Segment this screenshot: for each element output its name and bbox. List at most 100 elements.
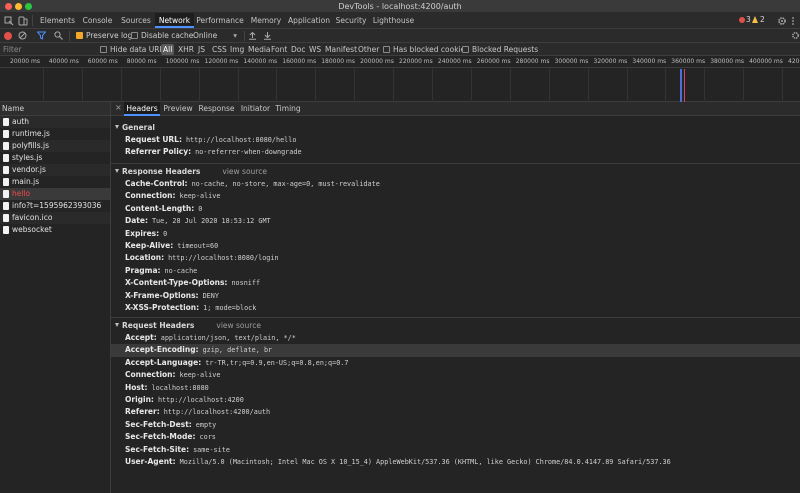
gear-icon[interactable] [776, 15, 788, 26]
filter-type-manifest[interactable]: Manifest [325, 44, 357, 55]
header-row: Content-Length: 0 [111, 203, 800, 215]
filter-type-xhr[interactable]: XHR [178, 44, 194, 55]
more-icon[interactable] [788, 15, 798, 26]
request-row[interactable]: auth [0, 116, 110, 128]
request-row-selected[interactable]: hello [0, 188, 110, 200]
view-source-link[interactable]: view source [216, 321, 261, 330]
hide-data-urls-checkbox[interactable]: Hide data URLs [100, 44, 168, 55]
record-icon[interactable] [4, 32, 12, 40]
timeline-overview[interactable]: 20000 ms 40000 ms 60000 ms 80000 ms 100000 m… [0, 56, 800, 102]
request-row[interactable]: favicon.ico [0, 212, 110, 224]
header-key: Referrer Policy: [125, 147, 192, 157]
has-blocked-cookies-checkbox[interactable]: Has blocked cookies [383, 44, 469, 55]
header-key: Date: [125, 216, 148, 226]
filter-type-img[interactable]: Img [230, 44, 244, 55]
tab-memory[interactable]: Memory [246, 13, 286, 28]
tab-security[interactable]: Security [332, 13, 370, 28]
header-value: http://localhost:4200 [157, 395, 244, 404]
request-name: main.js [12, 177, 40, 186]
tab-elements[interactable]: Elements [37, 13, 78, 28]
timeline-grid-line [587, 68, 589, 102]
triangle-down-icon [115, 169, 119, 173]
checkbox-checked[interactable] [76, 32, 83, 39]
tab-response[interactable]: Response [196, 102, 237, 116]
search-icon[interactable] [54, 31, 63, 42]
document-icon [3, 130, 9, 138]
tab-application[interactable]: Application [286, 13, 332, 28]
header-row: Connection: keep-alive [111, 369, 800, 381]
timeline-tick-label: 100000 ms [165, 58, 200, 65]
request-row[interactable]: runtime.js [0, 128, 110, 140]
header-row: X-XSS-Protection: 1; mode=block [111, 302, 800, 314]
timeline-tick-label: 320000 ms [593, 58, 628, 65]
warning-count[interactable]: 2 [760, 15, 765, 24]
upload-icon[interactable] [248, 31, 257, 42]
chevron-down-icon: ▾ [233, 31, 237, 40]
timeline-grid-line [704, 68, 706, 102]
inspect-icon[interactable] [3, 15, 15, 26]
general-section-header[interactable]: General [111, 121, 800, 134]
tab-console[interactable]: Console [78, 13, 117, 28]
warning-icon[interactable] [752, 16, 758, 23]
header-key: Connection: [125, 191, 176, 201]
request-headers-header[interactable]: Request Headers view source [111, 319, 800, 332]
header-key: Accept-Encoding: [125, 345, 199, 355]
filter-type-all[interactable]: All [161, 44, 175, 55]
request-row[interactable]: vendor.js [0, 164, 110, 176]
view-source-link[interactable]: view source [222, 167, 267, 176]
download-icon[interactable] [263, 31, 272, 42]
checkbox[interactable] [383, 46, 390, 53]
tab-performance[interactable]: Performance [194, 13, 246, 28]
checkbox[interactable] [100, 46, 107, 53]
checkbox[interactable] [462, 46, 469, 53]
timeline-grid-line [159, 68, 161, 102]
name-column-header[interactable]: Name [0, 102, 110, 116]
tab-lighthouse[interactable]: Lighthouse [370, 13, 417, 28]
hide-data-urls-label: Hide data URLs [110, 45, 168, 54]
request-name: info?t=1595962393036 [12, 201, 102, 210]
header-key: Location: [125, 253, 165, 263]
general-section: General Request URL: http://localhost:808… [111, 121, 800, 159]
close-icon[interactable]: × [115, 103, 122, 112]
tab-network[interactable]: Network [155, 13, 194, 28]
document-icon [3, 166, 9, 174]
tab-initiator[interactable]: Initiator [237, 102, 274, 116]
header-value: tr-TR,tr;q=0.9,en-US;q=0.8,en;q=0.7 [205, 358, 349, 367]
device-toggle-icon[interactable] [17, 15, 29, 26]
request-row[interactable]: polyfills.js [0, 140, 110, 152]
filter-type-ws[interactable]: WS [309, 44, 321, 55]
tab-headers[interactable]: Headers [124, 102, 160, 116]
timeline-grid-line [393, 68, 395, 102]
filter-type-font[interactable]: Font [271, 44, 287, 55]
preserve-log-checkbox[interactable]: Preserve log [76, 31, 132, 41]
filter-input[interactable]: Filter [3, 44, 22, 55]
filter-type-doc[interactable]: Doc [291, 44, 306, 55]
tab-sources[interactable]: Sources [117, 13, 155, 28]
main-tab-bar: Elements Console Sources Network Perform… [0, 13, 800, 29]
request-name: vendor.js [12, 165, 46, 174]
tab-timing[interactable]: Timing [274, 102, 302, 116]
checkbox[interactable] [131, 32, 138, 39]
timeline-grid-line [315, 68, 317, 102]
filter-type-media[interactable]: Media [248, 44, 271, 55]
request-row[interactable]: info?t=1595962393036 [0, 200, 110, 212]
error-icon[interactable] [739, 17, 745, 23]
filter-type-js[interactable]: JS [198, 44, 205, 55]
filter-icon[interactable] [36, 31, 47, 42]
disable-cache-checkbox[interactable]: Disable cache [131, 31, 193, 41]
request-row[interactable]: main.js [0, 176, 110, 188]
header-value: http://localhost:4200/auth [163, 408, 271, 417]
error-count[interactable]: 3 [746, 15, 751, 24]
response-headers-header[interactable]: Response Headers view source [111, 165, 800, 178]
filter-type-other[interactable]: Other [358, 44, 379, 55]
clear-icon[interactable] [18, 31, 27, 42]
filter-type-css[interactable]: CSS [212, 44, 227, 55]
request-row[interactable]: styles.js [0, 152, 110, 164]
throttle-select[interactable]: Online ▾ [193, 31, 237, 41]
request-row[interactable]: websocket [0, 224, 110, 236]
blocked-requests-checkbox[interactable]: Blocked Requests [462, 44, 538, 55]
timeline-tick-label: 120000 ms [204, 58, 239, 65]
tab-preview[interactable]: Preview [161, 102, 195, 116]
network-settings-gear-icon[interactable] [791, 31, 800, 42]
timeline-grid-line [198, 68, 200, 102]
